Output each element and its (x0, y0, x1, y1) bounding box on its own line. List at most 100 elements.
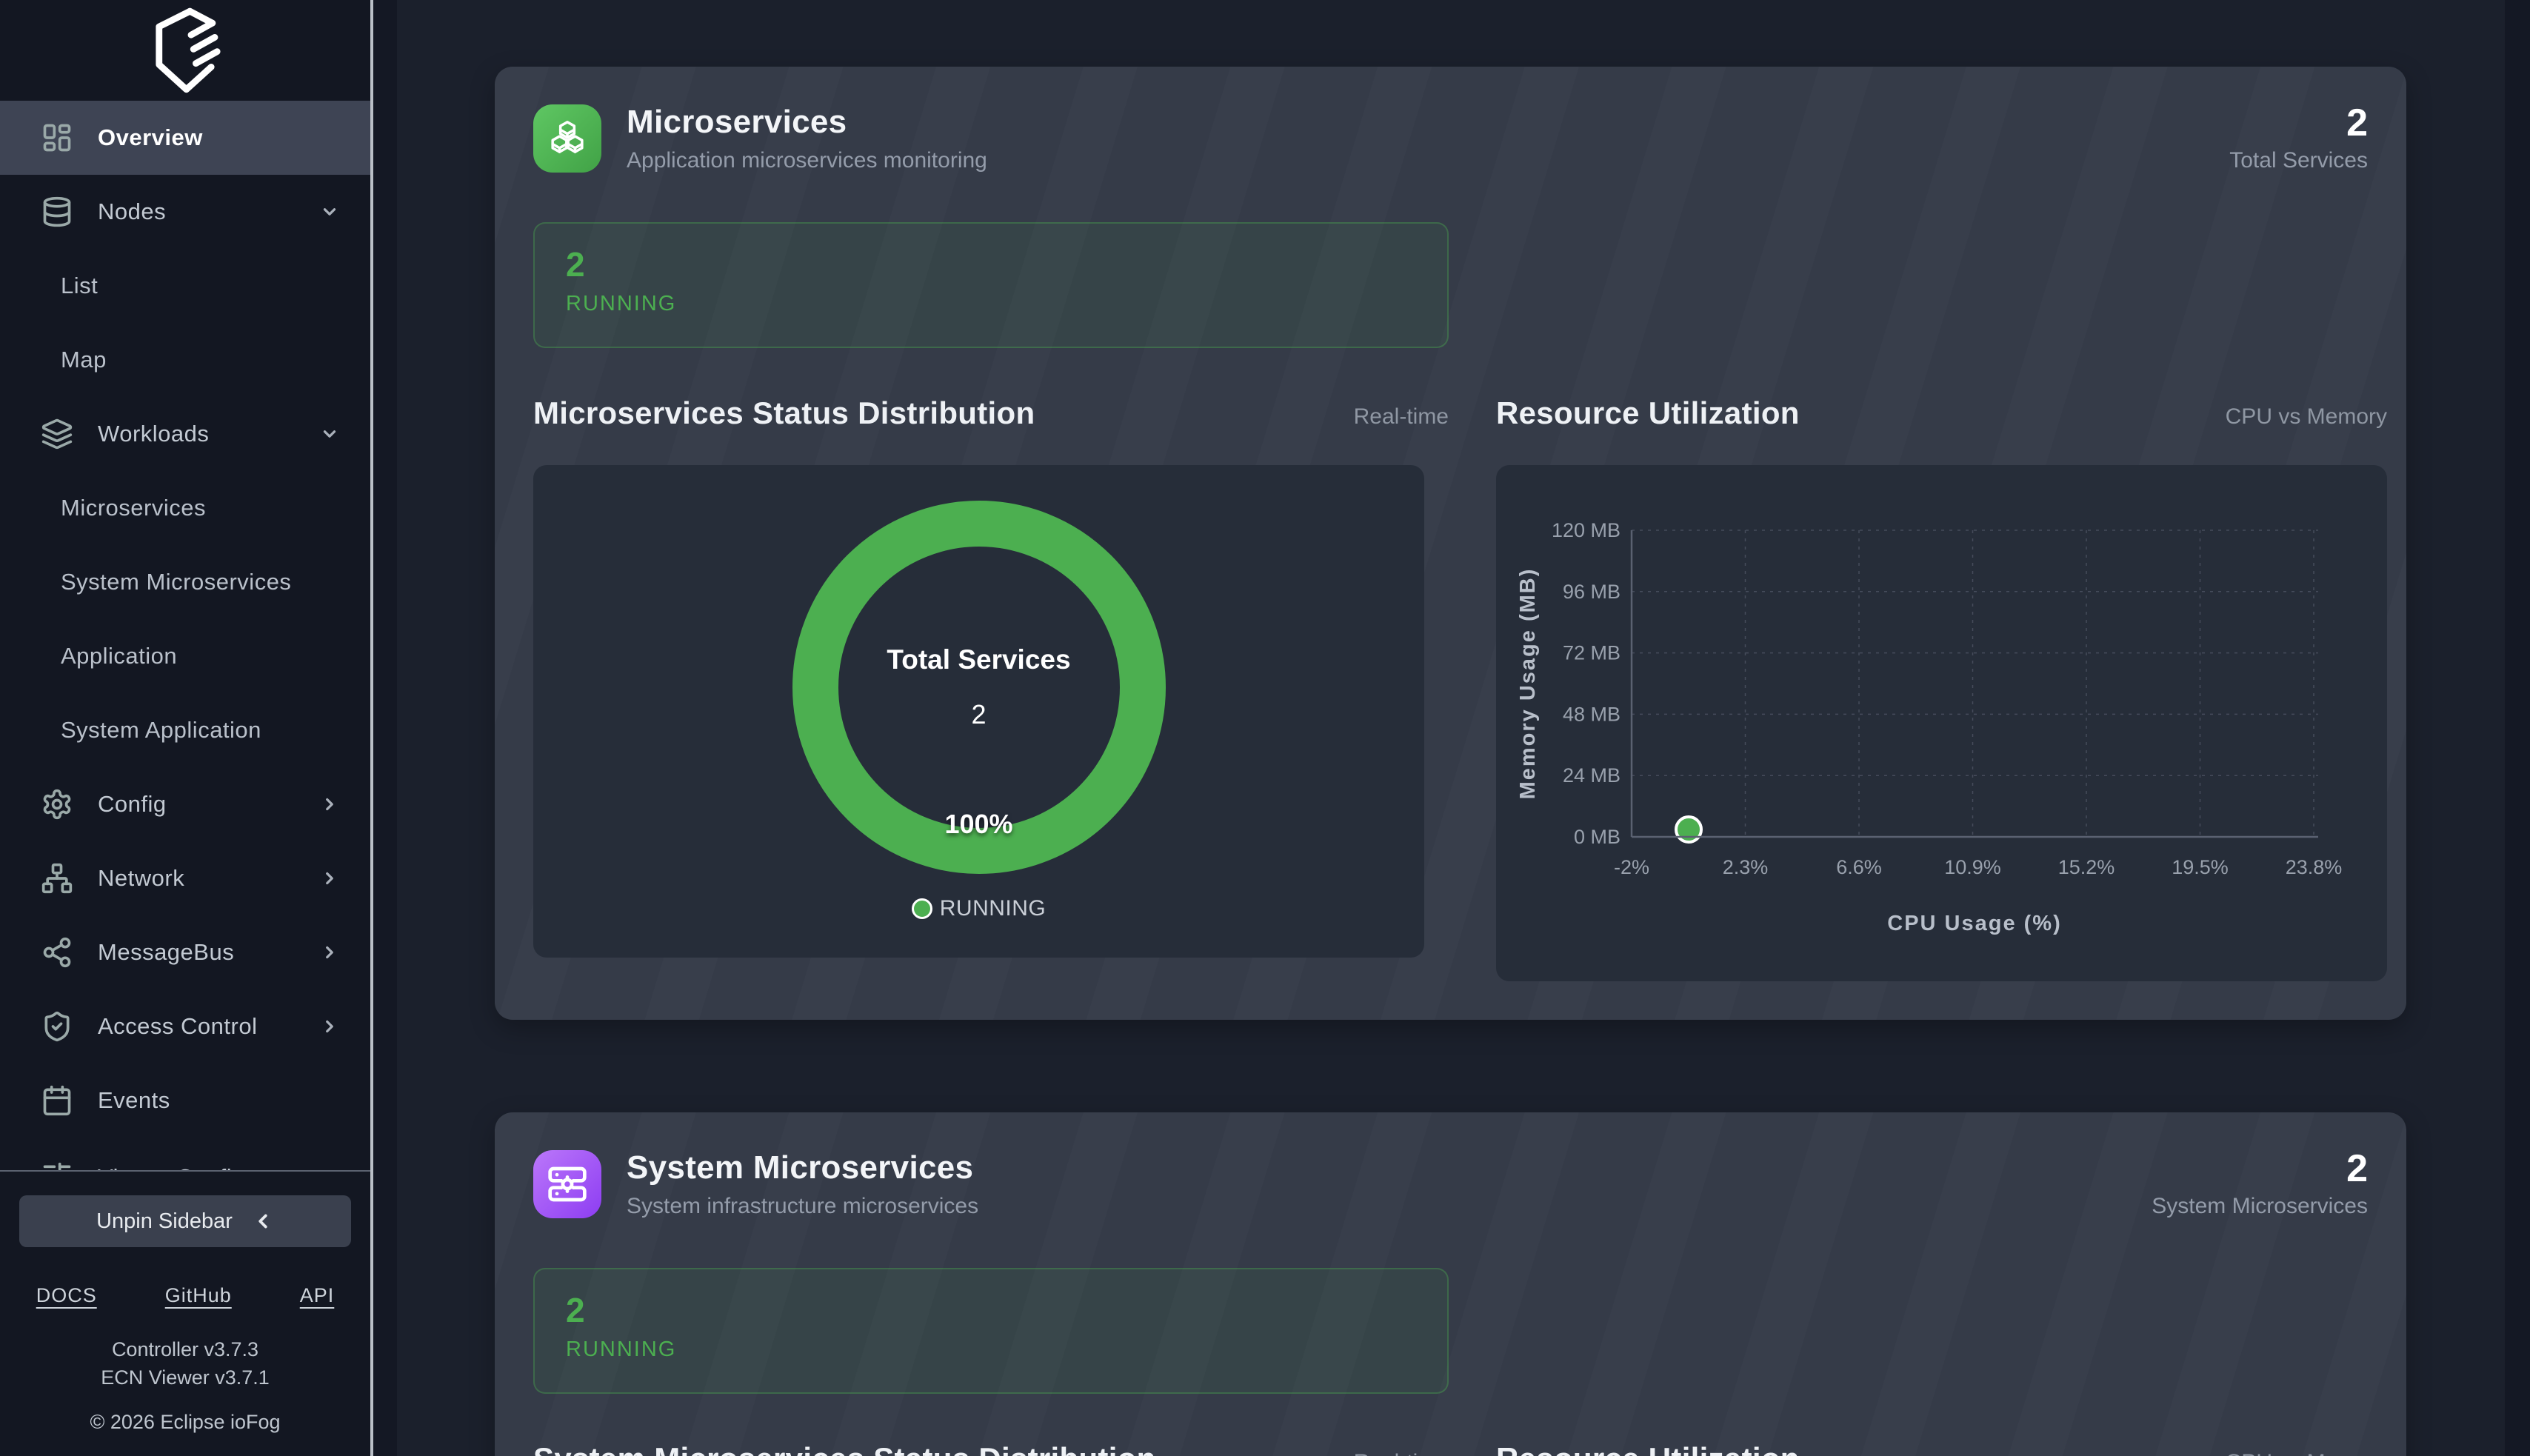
scatter-point (1676, 817, 1701, 842)
section-tag: Real-time (1354, 1450, 1449, 1456)
calendar-icon (41, 1084, 73, 1117)
api-link[interactable]: API (300, 1284, 335, 1307)
section-headers: Microservices Status Distribution Real-t… (533, 348, 2368, 431)
sidebar-item-label: Nodes (98, 198, 166, 225)
sliders-icon (41, 1161, 73, 1170)
card-subtitle: Application microservices monitoring (627, 148, 987, 173)
section-title: System Microservices Status Distribution (533, 1441, 1156, 1456)
section-title: Resource Utilization (1496, 1441, 1800, 1456)
network-icon (41, 862, 73, 895)
sidebar-item-map[interactable]: Map (0, 323, 370, 397)
ecn-viewer-dashboard: Overview Nodes List Map (0, 0, 2530, 1456)
sidebar-item-access-control[interactable]: Access Control (0, 989, 370, 1063)
system-microservices-card: System Microservices System infrastructu… (495, 1112, 2406, 1456)
copyright: © 2026 Eclipse ioFog (90, 1411, 280, 1434)
microservices-card: Microservices Application microservices … (495, 67, 2406, 1020)
card-subtitle: System infrastructure microservices (627, 1194, 978, 1219)
utilization-header: Resource Utilization CPU vs Memory (1496, 1441, 2387, 1456)
svg-text:15.2%: 15.2% (2058, 856, 2115, 878)
x-axis-title: CPU Usage (%) (1887, 912, 2062, 935)
sidebar-item-viewer-config[interactable]: Viewer Config (0, 1141, 370, 1170)
y-axis-title: Memory Usage (MB) (1516, 568, 1540, 800)
sidebar-scrollbar[interactable] (370, 0, 373, 1456)
controller-version: Controller v3.7.3 (101, 1335, 270, 1363)
distribution-header: System Microservices Status Distribution… (533, 1441, 1449, 1456)
svg-text:19.5%: 19.5% (2172, 856, 2229, 878)
chevron-down-icon (320, 424, 339, 444)
stat-value: 2 (2152, 1149, 2368, 1188)
sidebar-item-messagebus[interactable]: MessageBus (0, 915, 370, 989)
donut-center-label: Total Services (887, 644, 1070, 675)
sidebar-item-label: System Application (61, 717, 261, 744)
microservices-cubes-icon (533, 104, 601, 173)
chevron-right-icon (320, 943, 339, 962)
sidebar-item-label: Microservices (61, 495, 206, 521)
docs-link[interactable]: DOCS (36, 1284, 97, 1307)
main-content: Microservices Application microservices … (397, 0, 2530, 1456)
layers-icon (41, 418, 73, 450)
status-donut-chart: Total Services 2 100% (787, 495, 1172, 880)
running-count: 2 (566, 246, 1416, 283)
svg-text:72 MB: 72 MB (1563, 642, 1621, 664)
running-count: 2 (566, 1292, 1416, 1329)
shield-check-icon (41, 1010, 73, 1043)
sidebar-item-label: Events (98, 1087, 170, 1114)
sidebar-item-label: Workloads (98, 421, 209, 447)
sidebar-item-label: MessageBus (98, 939, 234, 966)
svg-text:10.9%: 10.9% (1944, 856, 2001, 878)
logo-box (0, 0, 370, 101)
sidebar-item-label: Application (61, 643, 177, 669)
sidebar-item-label: Overview (98, 124, 203, 151)
donut-center-value: 2 (971, 699, 986, 730)
viewer-version: ECN Viewer v3.7.1 (101, 1363, 270, 1392)
sidebar-item-system-microservices[interactable]: System Microservices (0, 545, 370, 619)
sidebar-item-network[interactable]: Network (0, 841, 370, 915)
donut-percent-label: 100% (787, 809, 1172, 840)
sidebar-item-application[interactable]: Application (0, 619, 370, 693)
sidebar-item-list[interactable]: List (0, 249, 370, 323)
utilization-header: Resource Utilization CPU vs Memory (1496, 395, 2387, 431)
sidebar-item-config[interactable]: Config (0, 767, 370, 841)
resource-scatter-panel: 120 MB 96 MB 72 MB 48 MB 24 MB 0 MB -2% … (1496, 465, 2387, 981)
sidebar-item-workloads[interactable]: Workloads (0, 397, 370, 471)
sidebar-item-events[interactable]: Events (0, 1063, 370, 1138)
running-label: RUNNING (566, 1338, 1416, 1362)
sidebar-item-system-application[interactable]: System Application (0, 693, 370, 767)
svg-text:0 MB: 0 MB (1574, 826, 1621, 848)
github-link[interactable]: GitHub (165, 1284, 232, 1307)
unpin-sidebar-button[interactable]: Unpin Sidebar (19, 1195, 351, 1247)
sidebar-item-nodes[interactable]: Nodes (0, 175, 370, 249)
card-header: Microservices Application microservices … (533, 104, 2368, 173)
section-title: Resource Utilization (1496, 395, 1800, 431)
sidebar-item-label: Map (61, 347, 107, 373)
page-scrollbar[interactable] (2505, 0, 2530, 1456)
server-cog-icon (533, 1150, 601, 1218)
sidebar-gutter (370, 0, 397, 1456)
sidebar-item-label: List (61, 273, 98, 299)
chevron-right-icon (320, 1017, 339, 1036)
svg-text:120 MB: 120 MB (1552, 519, 1621, 541)
card-header: System Microservices System infrastructu… (533, 1149, 2368, 1219)
card-title: Microservices (627, 104, 987, 141)
card-title-block: System Microservices System infrastructu… (627, 1149, 978, 1219)
legend-dot-icon (912, 898, 932, 919)
svg-text:2.3%: 2.3% (1723, 856, 1769, 878)
iofog-logo-icon (141, 3, 229, 98)
stat-value: 2 (2229, 104, 2368, 142)
card-title-block: Microservices Application microservices … (627, 104, 987, 173)
chart-panels: Total Services 2 100% RUNNING (533, 431, 2368, 981)
gear-icon (41, 788, 73, 821)
unpin-sidebar-label: Unpin Sidebar (96, 1209, 233, 1234)
sidebar: Overview Nodes List Map (0, 0, 370, 1456)
sidebar-nav: Overview Nodes List Map (0, 0, 370, 1170)
database-icon (41, 196, 73, 228)
sidebar-item-label: System Microservices (61, 569, 291, 595)
sidebar-footer: Unpin Sidebar DOCS GitHub API Controller… (0, 1170, 370, 1456)
sidebar-item-label: Config (98, 791, 167, 818)
card-total-stat: 2 System Microservices (2152, 1149, 2368, 1219)
card-title: System Microservices (627, 1149, 978, 1186)
sidebar-item-label: Access Control (98, 1013, 257, 1040)
sidebar-links: DOCS GitHub API (0, 1284, 370, 1307)
sidebar-item-microservices[interactable]: Microservices (0, 471, 370, 545)
sidebar-item-overview[interactable]: Overview (0, 101, 370, 175)
